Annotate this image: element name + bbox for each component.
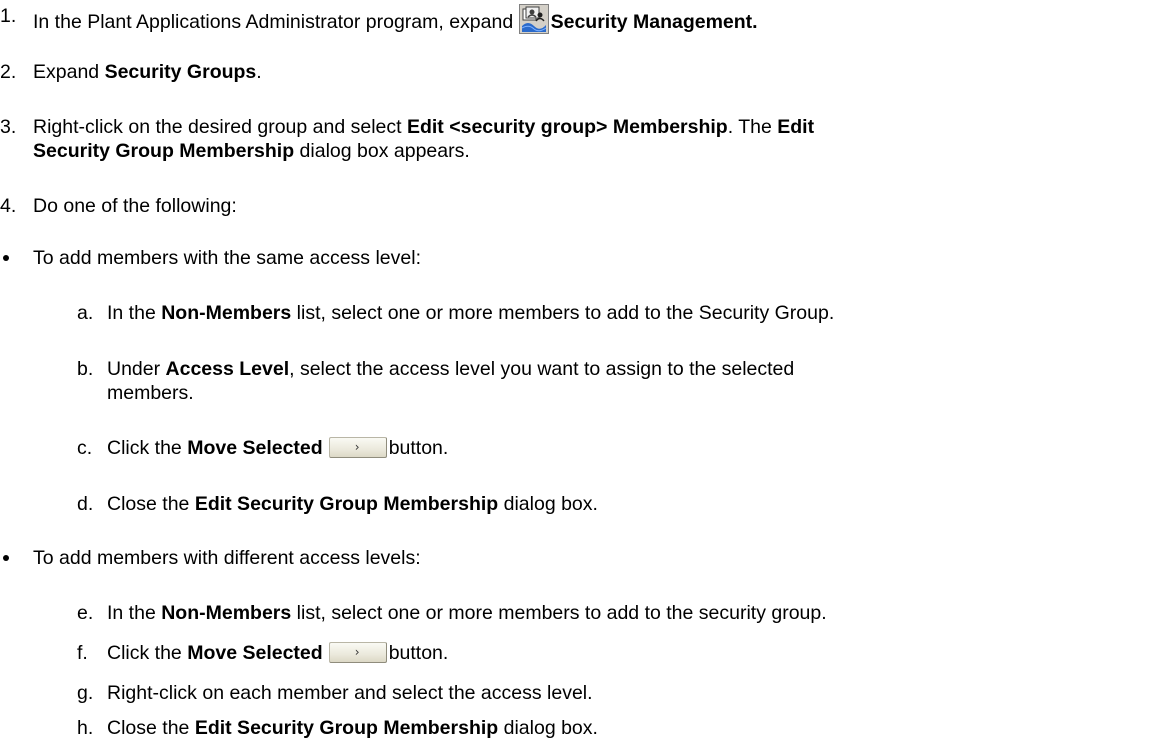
item-c-pre: Click the <box>107 437 188 459</box>
chevron-right-icon: › <box>354 645 360 659</box>
move-selected-button-image: › <box>328 437 387 458</box>
item-e-bold: Non-Members <box>161 602 292 624</box>
item-f: Click the Move Selected › button. <box>107 641 448 665</box>
move-selected-button-image: › <box>328 642 387 663</box>
bullet-dot <box>3 255 9 261</box>
bullet-1-text: To add members with the same access leve… <box>33 247 422 269</box>
instructions-document: 1. In the Plant Applications Administrat… <box>0 0 1153 747</box>
item-e-post: list, select one or more members to add … <box>291 602 827 624</box>
item-b-bold: Access Level <box>165 358 290 380</box>
step-3-line-2: Security Group Membership dialog box app… <box>33 139 470 163</box>
step-2: Expand Security Groups. <box>33 60 262 84</box>
step-2-text: Expand <box>33 61 105 83</box>
item-f-post: button. <box>388 642 449 664</box>
item-c-post: button. <box>388 437 449 459</box>
item-d-bold: Edit Security Group Membership <box>194 493 499 515</box>
step-3-line-1: Right-click on the desired group and sel… <box>33 115 814 139</box>
bullet-dot <box>3 555 9 561</box>
item-c-bold: Move Selected <box>187 437 323 459</box>
item-a: In the Non-Members list, select one or m… <box>107 301 834 325</box>
step-4-number: 4. <box>0 195 17 217</box>
chevron-right-icon: › <box>354 440 360 454</box>
step-4-text: Do one of the following: <box>33 195 237 217</box>
item-d: Close the Edit Security Group Membership… <box>107 492 598 516</box>
item-h: Close the Edit Security Group Membership… <box>107 716 598 740</box>
item-h-post: dialog box. <box>498 717 598 739</box>
step-2-end: . <box>256 61 262 83</box>
item-f-pre: Click the <box>107 642 188 664</box>
item-b-pre: Under <box>107 358 166 380</box>
step-1-number: 1. <box>0 5 17 27</box>
item-b: Under Access Level, select the access le… <box>107 357 794 381</box>
step-3-end: dialog box appears. <box>294 140 470 162</box>
item-f-bold: Move Selected <box>187 642 323 664</box>
item-e: In the Non-Members list, select one or m… <box>107 601 827 625</box>
item-b-post: , select the access level you want to as… <box>289 358 795 380</box>
item-d-post: dialog box. <box>498 493 598 515</box>
step-1-bold: Security Management. <box>550 11 758 33</box>
item-a-post: list, select one or more members to add … <box>291 302 835 324</box>
item-c: Click the Move Selected › button. <box>107 436 448 460</box>
step-1-text: In the Plant Applications Administrator … <box>33 11 519 33</box>
item-h-pre: Close the <box>107 717 195 739</box>
item-b-continuation: members. <box>107 382 194 404</box>
item-b-letter: b. <box>77 358 94 380</box>
item-e-letter: e. <box>77 602 94 624</box>
bullet-2-text: To add members with different access lev… <box>33 547 421 569</box>
step-2-number: 2. <box>0 61 17 83</box>
item-f-letter: f. <box>77 642 88 664</box>
step-3-bold-2: Edit <box>777 116 815 138</box>
item-h-bold: Edit Security Group Membership <box>194 717 499 739</box>
item-d-pre: Close the <box>107 493 195 515</box>
security-management-icon <box>518 4 549 34</box>
item-d-letter: d. <box>77 493 94 515</box>
step-3-mid: . The <box>727 116 778 138</box>
item-a-pre: In the <box>107 302 162 324</box>
item-h-letter: h. <box>77 717 94 739</box>
step-3-bold-3: Security Group Membership <box>33 140 295 162</box>
step-3-text: Right-click on the desired group and sel… <box>33 116 407 138</box>
item-g-letter: g. <box>77 682 94 704</box>
step-3-number: 3. <box>0 116 17 138</box>
item-g-text: Right-click on each member and select th… <box>107 682 593 704</box>
item-a-bold: Non-Members <box>161 302 292 324</box>
step-1: In the Plant Applications Administrator … <box>33 4 758 34</box>
step-2-bold: Security Groups <box>104 61 257 83</box>
item-a-letter: a. <box>77 302 94 324</box>
item-e-pre: In the <box>107 602 162 624</box>
item-c-letter: c. <box>77 437 93 459</box>
step-3-bold-1: Edit <security group> Membership <box>406 116 728 138</box>
